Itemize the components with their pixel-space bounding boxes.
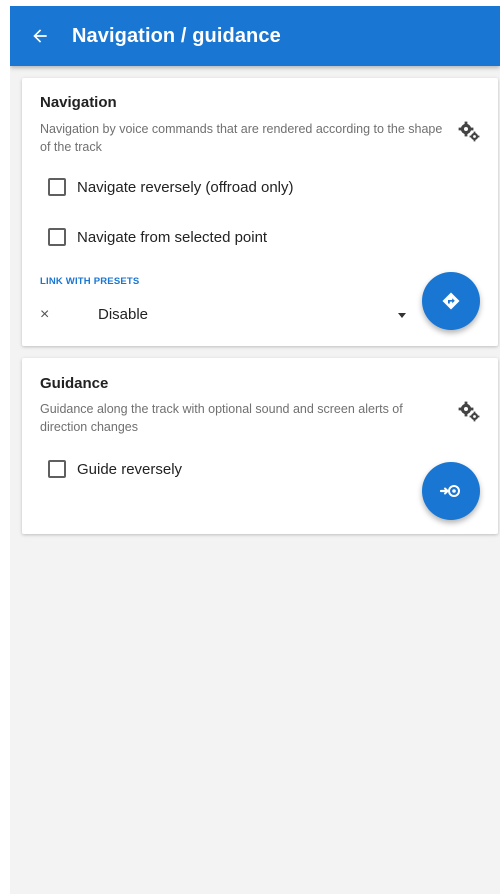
- app-bar: Navigation / guidance: [10, 6, 500, 66]
- guide-reversely-checkbox[interactable]: Guide reversely: [48, 456, 182, 482]
- checkbox-label: Navigate from selected point: [77, 228, 268, 246]
- guidance-target-icon: [439, 485, 460, 497]
- page-title: Navigation / guidance: [72, 25, 281, 47]
- navigate-from-selected-point-checkbox[interactable]: Navigate from selected point: [48, 224, 267, 250]
- checkbox-box: [48, 228, 66, 246]
- guidance-description: Guidance along the track with optional s…: [40, 402, 403, 434]
- checkbox-label: Navigate reversely (offroad only): [77, 178, 294, 196]
- gear-settings-icon: [458, 401, 480, 422]
- back-button[interactable]: [24, 20, 56, 52]
- navigation-card: Navigation Navigation by voice commands …: [22, 78, 498, 346]
- link-with-presets-label: LINK WITH PRESETS: [40, 276, 140, 287]
- navigate-reversely-checkbox[interactable]: Navigate reversely (offroad only): [48, 174, 294, 200]
- checkbox-box: [48, 460, 66, 478]
- clear-preset-icon[interactable]: ×: [40, 300, 49, 330]
- guidance-title: Guidance: [40, 375, 109, 392]
- preset-value: Disable: [98, 306, 149, 323]
- start-navigation-button[interactable]: [422, 272, 480, 330]
- navigation-description: Navigation by voice commands that are re…: [40, 122, 443, 154]
- guidance-settings-button[interactable]: [456, 398, 482, 424]
- guidance-card: Guidance Guidance along the track with o…: [22, 358, 498, 534]
- gear-settings-icon: [458, 121, 480, 142]
- checkbox-box: [48, 178, 66, 196]
- preset-dropdown[interactable]: × Disable: [36, 300, 406, 330]
- navigation-settings-button[interactable]: [456, 118, 482, 144]
- checkbox-label: Guide reversely: [77, 460, 183, 478]
- dropdown-arrow-icon: [398, 313, 406, 318]
- start-guidance-button[interactable]: [422, 462, 480, 520]
- arrow-left-icon: [33, 29, 47, 43]
- screen: Navigation / guidance Navigation Navigat…: [10, 6, 500, 894]
- navigation-title: Navigation: [40, 94, 117, 111]
- navigation-diamond-icon: [442, 292, 460, 310]
